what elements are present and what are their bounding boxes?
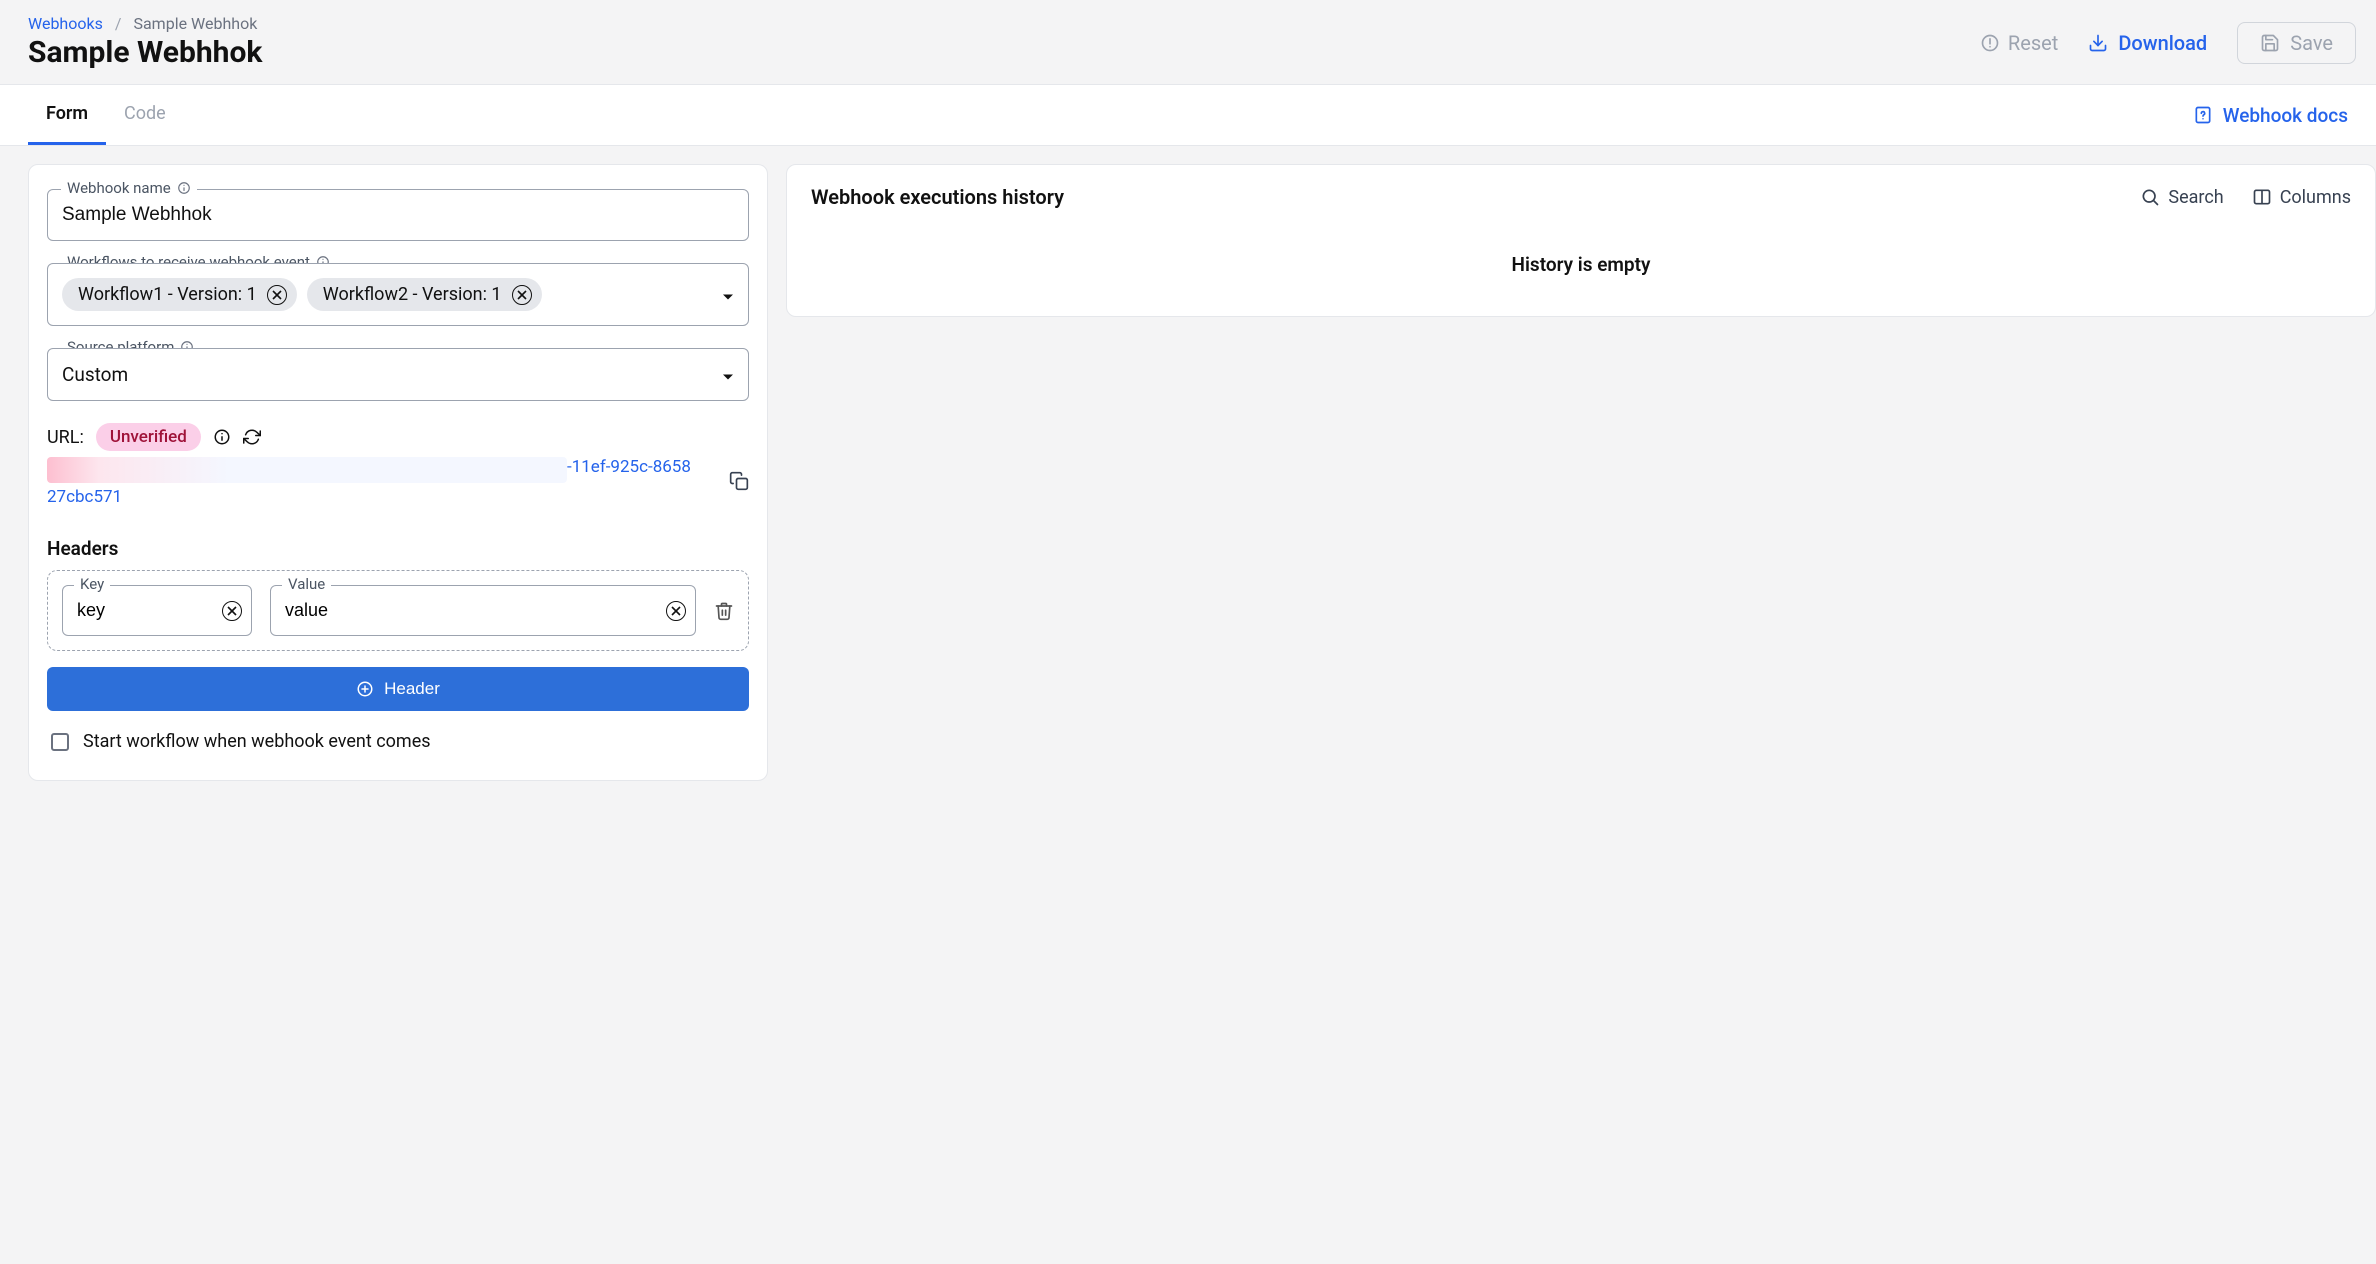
url-status-row: URL: Unverified [47,423,749,451]
webhook-name-label: Webhook name [61,179,197,197]
history-title: Webhook executions history [811,185,1064,209]
clear-icon[interactable] [222,601,242,621]
tab-form[interactable]: Form [28,85,106,145]
trash-icon[interactable] [714,601,734,621]
chip-remove-icon[interactable] [267,285,287,305]
refresh-icon[interactable] [243,428,261,446]
start-workflow-checkbox-row: Start workflow when webhook event comes [47,731,749,752]
header-value-label: Value [282,575,331,593]
header-value-field: Value [270,585,696,636]
copy-icon[interactable] [729,471,749,491]
download-button[interactable]: Download [2088,31,2207,55]
help-doc-icon [2193,105,2213,125]
chip-remove-icon[interactable] [512,285,532,305]
reset-label: Reset [2008,31,2058,55]
url-value: -11ef-925c-8658 27cbc571 [47,457,721,507]
info-icon[interactable] [177,181,191,195]
save-icon [2260,33,2280,53]
url-prefix: URL: [47,427,84,448]
info-icon[interactable] [213,428,231,446]
history-search-button[interactable]: Search [2140,187,2223,208]
tabs-bar: Form Code Webhook docs [0,85,2376,146]
save-label: Save [2290,31,2333,55]
headers-title: Headers [47,537,749,560]
history-empty: History is empty [811,209,2351,296]
chevron-down-icon [722,283,734,306]
workflow-chip: Workflow1 - Version: 1 [62,278,297,311]
workflow-chip-label: Workflow1 - Version: 1 [78,284,257,305]
page-header: Webhooks / Sample Webhhok Sample Webhhok… [0,0,2376,85]
header-value-input[interactable] [270,585,696,636]
header-row: Key Value [47,570,749,651]
save-button[interactable]: Save [2237,22,2356,64]
workflows-field: Workflows to receive webhook event Workf… [47,263,749,326]
workflows-select[interactable]: Workflow1 - Version: 1 Workflow2 - Versi… [47,263,749,326]
columns-icon [2252,187,2272,207]
plus-circle-icon [356,680,374,698]
download-label: Download [2118,31,2207,55]
form-panel: Webhook name Workflows to receive webhoo… [28,164,768,781]
workflow-chip: Workflow2 - Version: 1 [307,278,542,311]
breadcrumb-current: Sample Webhhok [133,14,257,33]
start-workflow-label: Start workflow when webhook event comes [83,731,431,752]
history-search-label: Search [2168,187,2223,208]
webhook-docs-link[interactable]: Webhook docs [2193,88,2348,143]
download-icon [2088,33,2108,53]
source-platform-value: Custom [62,363,128,386]
header-key-field: Key [62,585,252,636]
start-workflow-checkbox[interactable] [51,733,69,751]
add-header-button[interactable]: Header [47,667,749,711]
history-columns-button[interactable]: Columns [2252,187,2351,208]
source-platform-field: Source platform Custom [47,348,749,401]
breadcrumb-root-link[interactable]: Webhooks [28,14,103,33]
tab-code[interactable]: Code [106,85,184,145]
docs-link-label: Webhook docs [2223,104,2348,127]
breadcrumb-separator: / [115,14,122,33]
unverified-badge: Unverified [96,423,201,451]
header-key-label: Key [74,575,110,593]
url-value-line2: 27cbc571 [47,487,721,507]
add-header-label: Header [384,679,440,699]
history-columns-label: Columns [2280,187,2351,208]
source-platform-select[interactable]: Custom [47,348,749,401]
workflow-chip-label: Workflow2 - Version: 1 [323,284,502,305]
webhook-name-field: Webhook name [47,189,749,241]
chevron-down-icon [722,363,734,386]
history-panel: Webhook executions history Search Column… [786,164,2376,317]
reset-icon [1980,33,2000,53]
url-redacted [47,457,567,483]
reset-button[interactable]: Reset [1980,31,2058,55]
clear-icon[interactable] [666,601,686,621]
search-icon [2140,187,2160,207]
